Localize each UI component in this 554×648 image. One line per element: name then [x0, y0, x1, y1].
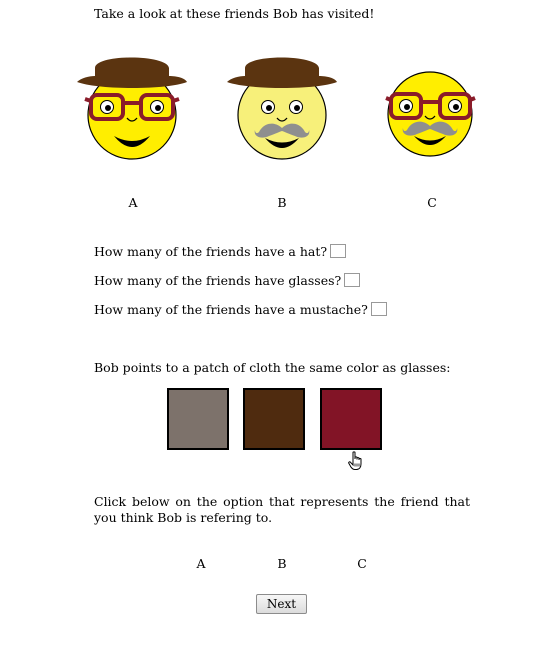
hat-count-input[interactable] — [330, 244, 347, 258]
option-c[interactable]: C — [347, 556, 377, 571]
cloth-prompt: Bob points to a patch of cloth the same … — [94, 360, 451, 375]
pointing-hand-cursor-icon — [348, 451, 366, 474]
hat-icon — [227, 57, 337, 88]
swatch-red — [320, 388, 382, 450]
swatch-brown — [243, 388, 305, 450]
friend-c-label: C — [427, 195, 437, 210]
friend-a-label: A — [128, 195, 138, 210]
hat-icon — [77, 57, 187, 88]
friend-c-face — [384, 48, 496, 168]
next-button[interactable]: Next — [256, 594, 307, 614]
question-hat: How many of the friends have a hat? — [94, 244, 347, 259]
friend-b-label: B — [277, 195, 287, 210]
question-mustache: How many of the friends have a mustache? — [94, 302, 387, 317]
friend-b-face — [225, 48, 337, 168]
swatch-gray — [167, 388, 229, 450]
question-glasses: How many of the friends have glasses? — [94, 273, 361, 288]
question-glasses-text: How many of the friends have glasses? — [94, 273, 342, 288]
instruction-text: Click below on the option that represent… — [94, 494, 470, 525]
mustache-count-input[interactable] — [370, 302, 387, 316]
option-b[interactable]: B — [267, 556, 297, 571]
question-mustache-text: How many of the friends have a mustache? — [94, 302, 368, 317]
intro-text: Take a look at these friends Bob has vis… — [94, 6, 375, 21]
question-hat-text: How many of the friends have a hat? — [94, 244, 328, 259]
glasses-count-input[interactable] — [344, 273, 361, 287]
friend-a-face — [77, 48, 189, 168]
option-a[interactable]: A — [186, 556, 216, 571]
